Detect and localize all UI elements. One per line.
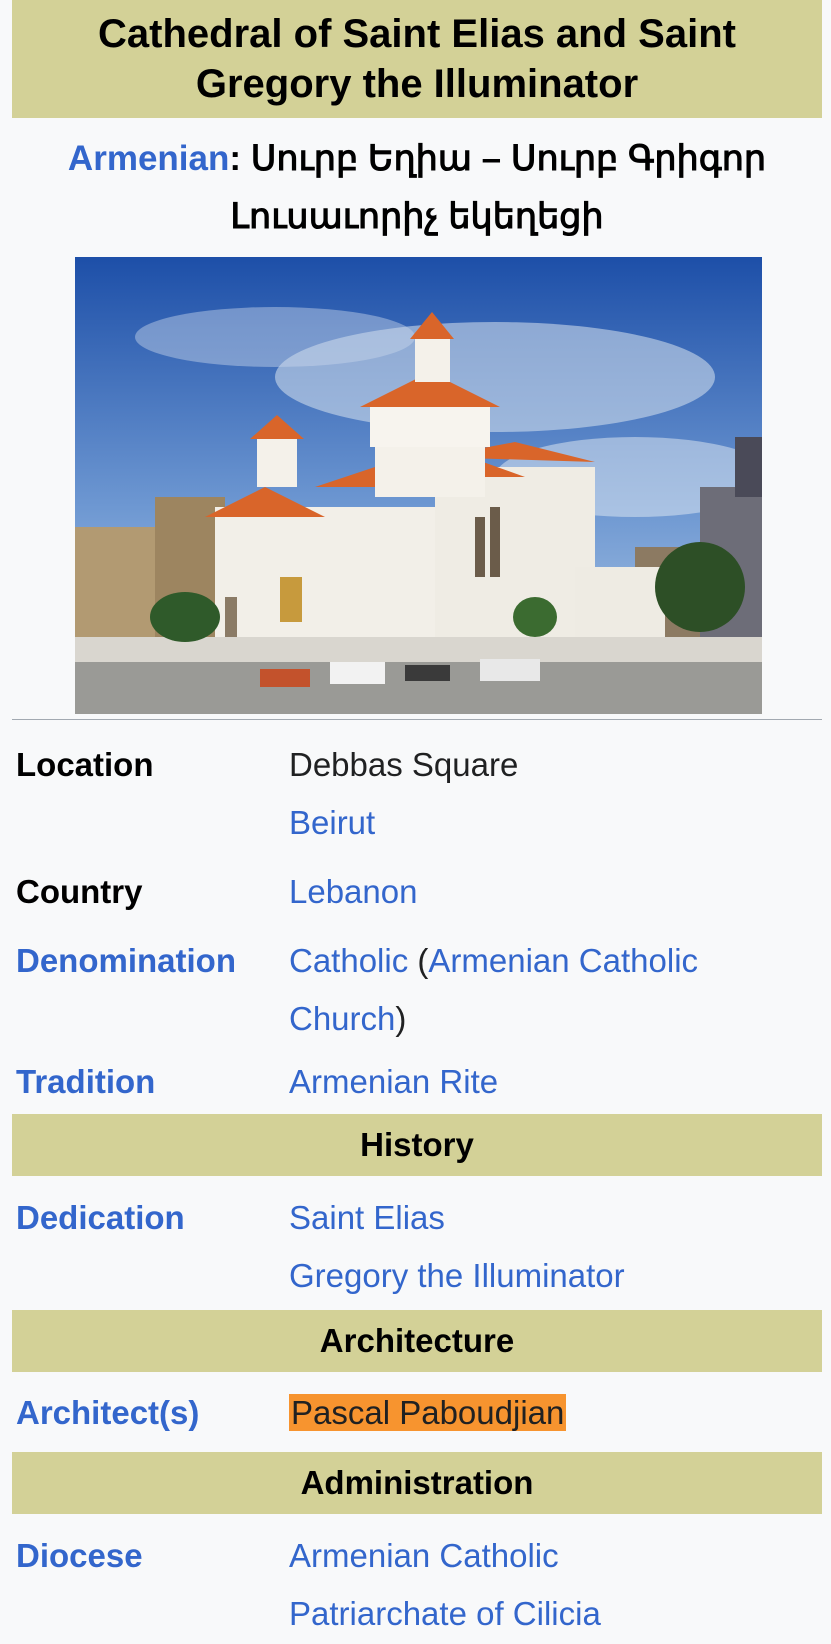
country-value-link[interactable]: Lebanon (289, 863, 809, 921)
location-value-square: Debbas Square (289, 746, 519, 783)
dedication-gregory-link[interactable]: Gregory the Illuminator (289, 1247, 809, 1305)
denomination-paren-open: ( (408, 942, 429, 979)
architects-value: Pascal Paboudjian (289, 1384, 809, 1442)
cathedral-photo-illustration (75, 257, 762, 714)
diocese-value-line1-link[interactable]: Armenian Catholic (289, 1527, 809, 1585)
native-name-line2: Լուսաւորիչ եկեղեցի (230, 197, 604, 236)
section-administration-title: Administration (300, 1464, 534, 1501)
denomination-paren-close: ) (395, 1000, 407, 1037)
denomination-armenian-catholic-link[interactable]: Armenian Catholic (428, 942, 698, 979)
location-label: Location (16, 746, 154, 783)
infobox: Cathedral of Saint Elias and Saint Grego… (0, 0, 831, 1644)
tradition-label-link[interactable]: Tradition (16, 1053, 155, 1111)
tradition-value: Armenian Rite (289, 1053, 809, 1111)
section-administration: Administration (12, 1452, 822, 1514)
section-history: History (12, 1114, 822, 1176)
country-value: Lebanon (289, 863, 809, 921)
denomination-church-link[interactable]: Church (289, 1000, 395, 1037)
tradition-value-link[interactable]: Armenian Rite (289, 1053, 809, 1111)
subtitle-separator: : (229, 139, 242, 178)
section-architecture-title: Architecture (319, 1322, 515, 1359)
infobox-title-text: Cathedral of Saint Elias and Saint Grego… (98, 12, 736, 106)
denomination-value: Catholic (Armenian Catholic Church) (289, 932, 809, 1048)
diocese-value-line2-link[interactable]: Patriarchate of Cilicia (289, 1585, 809, 1643)
architects-label-link[interactable]: Architect(s) (16, 1384, 199, 1442)
dedication-label-link[interactable]: Dedication (16, 1189, 185, 1247)
section-history-title: History (360, 1126, 474, 1163)
cathedral-photo[interactable] (75, 257, 762, 714)
dedication-saint-elias-link[interactable]: Saint Elias (289, 1189, 809, 1247)
image-divider (12, 719, 822, 720)
armenian-language-link[interactable]: Armenian (68, 139, 229, 178)
denomination-label-link[interactable]: Denomination (16, 932, 236, 990)
diocese-label-link[interactable]: Diocese (16, 1527, 143, 1585)
infobox-title: Cathedral of Saint Elias and Saint Grego… (12, 0, 822, 118)
dedication-value: Saint Elias Gregory the Illuminator (289, 1189, 809, 1305)
native-name-line1: Սուրբ Եղիա – Սուրբ Գրիգոր (250, 139, 767, 178)
diocese-value: Armenian Catholic Patriarchate of Cilici… (289, 1527, 809, 1643)
location-value: Debbas Square Beirut (289, 736, 809, 852)
native-name: Armenian: Սուրբ Եղիա – Սուրբ Գրիգոր Լուս… (12, 130, 822, 246)
location-value-beirut-link[interactable]: Beirut (289, 794, 809, 852)
architect-name-highlighted[interactable]: Pascal Paboudjian (289, 1394, 567, 1431)
section-architecture: Architecture (12, 1310, 822, 1372)
country-label: Country (16, 873, 143, 910)
denomination-catholic-link[interactable]: Catholic (289, 942, 408, 979)
